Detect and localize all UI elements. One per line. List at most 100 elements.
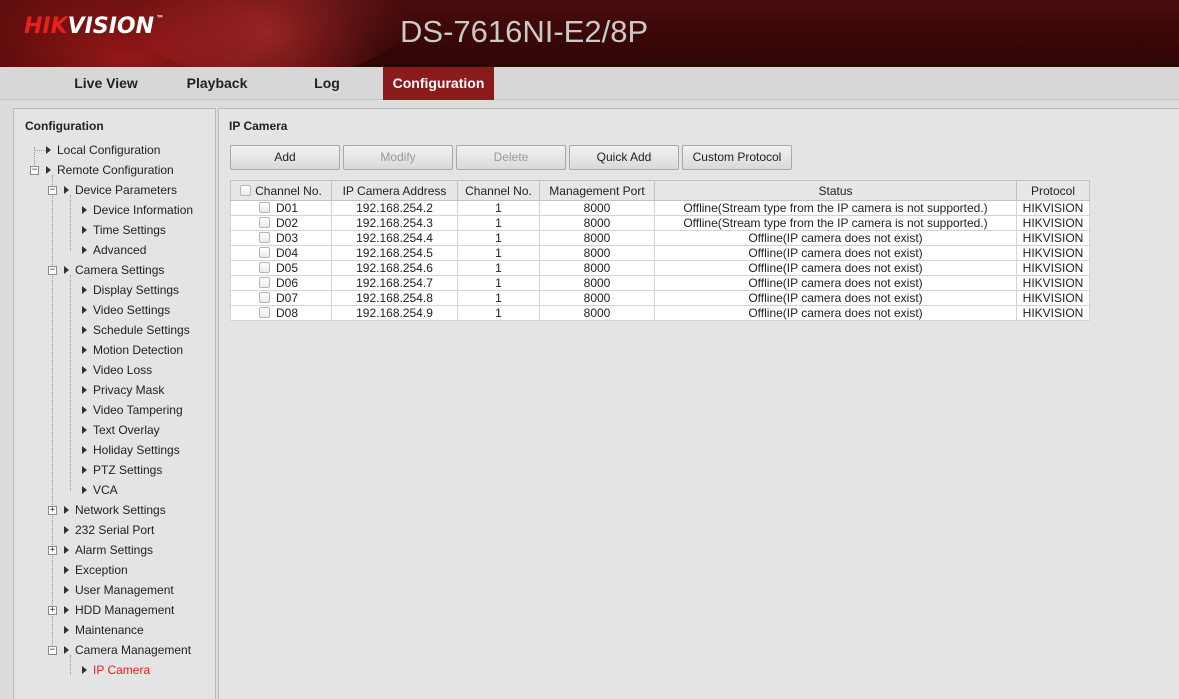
- sidebar-item-text-overlay[interactable]: Text Overlay: [82, 421, 160, 439]
- tree-connector: [70, 195, 71, 251]
- caret-right-icon: [82, 426, 87, 434]
- table-row[interactable]: D06 192.168.254.7 1 8000 Offline(IP came…: [230, 275, 1090, 291]
- cell-port: 8000: [539, 230, 655, 246]
- sidebar-item-ptz-settings[interactable]: PTZ Settings: [82, 461, 162, 479]
- collapse-icon[interactable]: −: [48, 186, 57, 195]
- sidebar-item-local-configuration[interactable]: Local Configuration: [46, 141, 160, 159]
- column-header-channel: Channel No.: [230, 180, 332, 201]
- tab-log[interactable]: Log: [286, 67, 368, 100]
- sidebar-item-hdd-management[interactable]: HDD Management: [64, 601, 174, 619]
- tab-live-view[interactable]: Live View: [60, 67, 152, 100]
- sidebar-item-camera-management[interactable]: Camera Management: [64, 641, 191, 659]
- delete-button[interactable]: Delete: [456, 145, 566, 170]
- sidebar-item-ip-camera[interactable]: IP Camera: [82, 661, 150, 679]
- sidebar-item-device-information[interactable]: Device Information: [82, 201, 193, 219]
- table-row[interactable]: D02 192.168.254.3 1 8000 Offline(Stream …: [230, 215, 1090, 231]
- cell-channel: D03: [230, 230, 332, 246]
- add-button[interactable]: Add: [230, 145, 340, 170]
- sidebar-item-remote-configuration[interactable]: Remote Configuration: [46, 161, 174, 179]
- expand-icon[interactable]: +: [48, 506, 57, 515]
- sidebar-item-advanced[interactable]: Advanced: [82, 241, 146, 259]
- sidebar-item-display-settings[interactable]: Display Settings: [82, 281, 179, 299]
- table-row[interactable]: D05 192.168.254.6 1 8000 Offline(IP came…: [230, 260, 1090, 276]
- row-checkbox[interactable]: [259, 262, 270, 273]
- table-row[interactable]: D08 192.168.254.9 1 8000 Offline(IP came…: [230, 305, 1090, 321]
- cell-channel: D07: [230, 290, 332, 306]
- cell-port: 8000: [539, 245, 655, 261]
- row-checkbox[interactable]: [259, 202, 270, 213]
- cell-port: 8000: [539, 275, 655, 291]
- expand-icon[interactable]: +: [48, 606, 57, 615]
- column-header-management-port: Management Port: [539, 180, 655, 201]
- expand-icon[interactable]: +: [48, 546, 57, 555]
- table-row[interactable]: D03 192.168.254.4 1 8000 Offline(IP came…: [230, 230, 1090, 246]
- sidebar-item-exception[interactable]: Exception: [64, 561, 128, 579]
- caret-right-icon: [82, 406, 87, 414]
- row-checkbox[interactable]: [259, 292, 270, 303]
- modify-button[interactable]: Modify: [343, 145, 453, 170]
- sidebar-item-privacy-mask[interactable]: Privacy Mask: [82, 381, 164, 399]
- collapse-icon[interactable]: −: [30, 166, 39, 175]
- table-row[interactable]: D04 192.168.254.5 1 8000 Offline(IP came…: [230, 245, 1090, 261]
- cell-channel: D04: [230, 245, 332, 261]
- caret-right-icon: [64, 546, 69, 554]
- caret-right-icon: [82, 286, 87, 294]
- sidebar-item-video-settings[interactable]: Video Settings: [82, 301, 170, 319]
- select-all-checkbox[interactable]: [240, 184, 252, 196]
- caret-right-icon: [82, 466, 87, 474]
- column-header-status: Status: [654, 180, 1017, 201]
- cell-channel-no: 1: [457, 215, 540, 231]
- column-header-protocol: Protocol: [1016, 180, 1090, 201]
- row-checkbox[interactable]: [259, 217, 270, 228]
- cell-channel-no: 1: [457, 245, 540, 261]
- cell-channel-no: 1: [457, 290, 540, 306]
- caret-right-icon: [82, 666, 87, 674]
- sidebar-item-camera-settings[interactable]: Camera Settings: [64, 261, 164, 279]
- sidebar-item-user-management[interactable]: User Management: [64, 581, 174, 599]
- caret-right-icon: [64, 506, 69, 514]
- cell-port: 8000: [539, 215, 655, 231]
- cell-channel: D06: [230, 275, 332, 291]
- sidebar-item-holiday-settings[interactable]: Holiday Settings: [82, 441, 180, 459]
- sidebar-item-motion-detection[interactable]: Motion Detection: [82, 341, 183, 359]
- sidebar-item-232-serial-port[interactable]: 232 Serial Port: [64, 521, 154, 539]
- row-checkbox[interactable]: [259, 232, 270, 243]
- collapse-icon[interactable]: −: [48, 646, 57, 655]
- cell-port: 8000: [539, 260, 655, 276]
- sidebar-item-video-loss[interactable]: Video Loss: [82, 361, 152, 379]
- sidebar-item-network-settings[interactable]: Network Settings: [64, 501, 166, 519]
- custom-protocol-button[interactable]: Custom Protocol: [682, 145, 792, 170]
- sidebar-item-time-settings[interactable]: Time Settings: [82, 221, 166, 239]
- tab-playback[interactable]: Playback: [172, 67, 262, 100]
- brand-logo: HIKVISION ™: [24, 14, 165, 39]
- caret-right-icon: [64, 586, 69, 594]
- caret-right-icon: [64, 186, 69, 194]
- sidebar-item-device-parameters[interactable]: Device Parameters: [64, 181, 177, 199]
- sidebar-item-maintenance[interactable]: Maintenance: [64, 621, 144, 639]
- sidebar-item-alarm-settings[interactable]: Alarm Settings: [64, 541, 153, 559]
- cell-ip: 192.168.254.3: [331, 215, 458, 231]
- cell-channel: D05: [230, 260, 332, 276]
- ip-camera-table: Channel No. IP Camera Address Channel No…: [230, 180, 1090, 321]
- table-header-row: Channel No. IP Camera Address Channel No…: [230, 180, 1090, 201]
- row-checkbox[interactable]: [259, 277, 270, 288]
- table-row[interactable]: D07 192.168.254.8 1 8000 Offline(IP came…: [230, 290, 1090, 306]
- table-row[interactable]: D01 192.168.254.2 1 8000 Offline(Stream …: [230, 200, 1090, 216]
- caret-right-icon: [82, 366, 87, 374]
- row-checkbox[interactable]: [259, 247, 270, 258]
- caret-right-icon: [82, 346, 87, 354]
- tab-configuration[interactable]: Configuration: [383, 67, 494, 100]
- tree-connector: [34, 150, 46, 151]
- sidebar-item-schedule-settings[interactable]: Schedule Settings: [82, 321, 190, 339]
- sidebar-item-vca[interactable]: VCA: [82, 481, 118, 499]
- caret-right-icon: [82, 226, 87, 234]
- column-header-ip-address: IP Camera Address: [331, 180, 458, 201]
- quick-add-button[interactable]: Quick Add: [569, 145, 679, 170]
- row-checkbox[interactable]: [259, 307, 270, 318]
- collapse-icon[interactable]: −: [48, 266, 57, 275]
- caret-right-icon: [64, 526, 69, 534]
- caret-right-icon: [82, 306, 87, 314]
- device-model-title: DS-7616NI-E2/8P: [400, 14, 649, 49]
- cell-ip: 192.168.254.7: [331, 275, 458, 291]
- sidebar-item-video-tampering[interactable]: Video Tampering: [82, 401, 183, 419]
